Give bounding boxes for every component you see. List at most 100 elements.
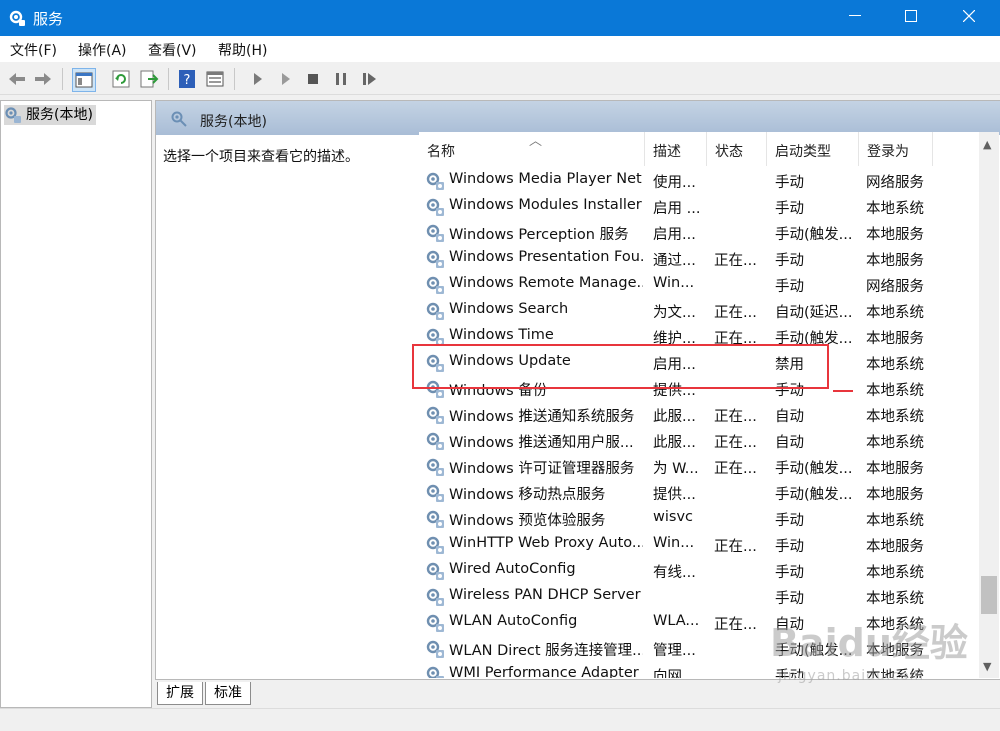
- service-name-cell: Wired AutoConfig: [449, 561, 576, 577]
- service-name-cell: WLAN Direct 服务连接管理...: [449, 643, 643, 659]
- window-title: 服务: [33, 10, 64, 28]
- service-desc-cell: 管理...: [653, 643, 696, 659]
- service-row[interactable]: Windows Media Player Net... 使用... 手动 网络服务: [419, 168, 979, 194]
- menu-view[interactable]: 查看(V): [148, 40, 197, 60]
- service-logon-cell: 本地系统: [866, 565, 924, 581]
- help-icon[interactable]: ?: [176, 68, 198, 90]
- service-startup-cell: 手动(触发...: [775, 227, 853, 243]
- service-startup-cell: 自动(延迟...: [775, 305, 853, 321]
- service-startup-cell: 手动: [775, 539, 804, 555]
- column-header-name[interactable]: ︿ 名称: [419, 132, 645, 166]
- menu-file[interactable]: 文件(F): [10, 40, 57, 60]
- service-row[interactable]: Windows 推送通知用户服... 此服... 正在... 自动 本地系统: [419, 428, 979, 454]
- service-row[interactable]: Wired AutoConfig 有线... 手动 本地系统: [419, 558, 979, 584]
- back-arrow-icon[interactable]: [6, 68, 28, 90]
- service-startup-cell: 手动: [775, 201, 804, 217]
- stop-service-icon[interactable]: [302, 68, 324, 90]
- service-row[interactable]: Windows Presentation Fou... 通过... 正在... 手动 本…: [419, 246, 979, 272]
- service-status-cell: 正在...: [714, 539, 757, 555]
- service-gear-icon: [425, 483, 445, 503]
- toolbar-separator: [234, 68, 235, 90]
- service-logon-cell: 本地系统: [866, 591, 924, 607]
- column-header-log-on-as[interactable]: 登录为: [859, 132, 933, 166]
- pane-header: 服务(本地): [156, 101, 1000, 135]
- tab-extended[interactable]: 扩展: [157, 682, 203, 705]
- service-gear-icon: [425, 431, 445, 451]
- service-startup-cell: 手动: [775, 253, 804, 269]
- service-row[interactable]: Windows Search 为文... 正在... 自动(延迟... 本地系统: [419, 298, 979, 324]
- start-paused-icon[interactable]: [274, 68, 296, 90]
- service-row[interactable]: Windows Perception 服务 启用... 手动(触发... 本地服务: [419, 220, 979, 246]
- minimize-icon: [849, 15, 861, 16]
- column-header-label: 状态: [715, 144, 743, 160]
- service-desc-cell: WLA...: [653, 613, 700, 629]
- service-name-cell: Windows Perception 服务: [449, 227, 629, 243]
- export-list-icon[interactable]: [138, 68, 160, 90]
- minimize-button[interactable]: [828, 0, 882, 32]
- menu-help[interactable]: 帮助(H): [218, 40, 267, 60]
- service-startup-cell: 手动(触发...: [775, 487, 853, 503]
- scrollbar-thumb[interactable]: [981, 576, 997, 614]
- service-gear-icon: [425, 535, 445, 555]
- maximize-button[interactable]: [884, 0, 938, 32]
- service-logon-cell: 网络服务: [866, 175, 924, 191]
- service-desc-cell: 使用...: [653, 175, 696, 191]
- service-name-cell: Windows 预览体验服务: [449, 513, 606, 529]
- tree-item-label: 服务(本地): [26, 107, 93, 123]
- service-startup-cell: 手动: [775, 279, 804, 295]
- service-desc-cell: wisvc: [653, 509, 693, 525]
- service-desc-cell: 有线...: [653, 565, 696, 581]
- service-row[interactable]: Windows 推送通知系统服务 此服... 正在... 自动 本地系统: [419, 402, 979, 428]
- column-header-label: 名称: [427, 144, 455, 160]
- service-row[interactable]: Windows Modules Installer 启用 ... 手动 本地系统: [419, 194, 979, 220]
- menu-action[interactable]: 操作(A): [78, 40, 127, 60]
- service-row[interactable]: Windows Remote Manage... Win... 手动 网络服务: [419, 272, 979, 298]
- service-desc-cell: 启用...: [653, 227, 696, 243]
- restart-service-icon[interactable]: [358, 68, 380, 90]
- tab-standard[interactable]: 标准: [205, 682, 251, 705]
- service-gear-icon: [425, 249, 445, 269]
- console-tree-icon[interactable]: [72, 68, 96, 92]
- tree-item-services-local[interactable]: 服务(本地): [4, 105, 96, 125]
- watermark-sub-text: jingyan.baidu.com: [778, 668, 925, 684]
- service-desc-cell: 此服...: [653, 435, 696, 451]
- column-header-description[interactable]: 描述: [645, 132, 707, 166]
- column-header-status[interactable]: 状态: [707, 132, 767, 166]
- service-logon-cell: 本地系统: [866, 383, 924, 399]
- service-row[interactable]: Wireless PAN DHCP Server 手动 本地系统: [419, 584, 979, 610]
- service-startup-cell: 手动: [775, 513, 804, 529]
- highlight-annotation-mark: [833, 390, 853, 392]
- close-button[interactable]: [942, 0, 996, 32]
- service-row[interactable]: Windows 预览体验服务 wisvc 手动 本地系统: [419, 506, 979, 532]
- service-desc-cell: 向网...: [653, 669, 696, 678]
- maximize-icon: [905, 10, 917, 22]
- vertical-scrollbar[interactable]: ▲ ▼: [979, 132, 999, 678]
- service-desc-cell: 此服...: [653, 409, 696, 425]
- service-status-cell: 正在...: [714, 305, 757, 321]
- service-status-cell: 正在...: [714, 617, 757, 633]
- forward-arrow-icon[interactable]: [32, 68, 54, 90]
- toolbar-separator: [168, 68, 169, 90]
- scroll-up-icon[interactable]: ▲: [983, 138, 991, 151]
- pause-service-icon[interactable]: [330, 68, 352, 90]
- service-logon-cell: 本地服务: [866, 487, 924, 503]
- column-header-startup-type[interactable]: 启动类型: [767, 132, 859, 166]
- service-row[interactable]: Windows 许可证管理器服务 为 W... 正在... 手动(触发... 本地服务: [419, 454, 979, 480]
- service-desc-cell: Win...: [653, 535, 695, 551]
- service-name-cell: Windows Time: [449, 327, 554, 343]
- service-desc-cell: 为文...: [653, 305, 696, 321]
- service-name-cell: Windows 许可证管理器服务: [449, 461, 635, 477]
- refresh-icon[interactable]: [110, 68, 132, 90]
- service-name-cell: WLAN AutoConfig: [449, 613, 578, 629]
- service-logon-cell: 本地系统: [866, 305, 924, 321]
- service-gear-icon: [425, 223, 445, 243]
- service-name-cell: Windows 推送通知系统服务: [449, 409, 635, 425]
- service-row[interactable]: WinHTTP Web Proxy Auto... Win... 正在... 手动 本地…: [419, 532, 979, 558]
- sort-ascending-icon: ︿: [529, 134, 543, 149]
- service-row[interactable]: Windows 移动热点服务 提供... 手动(触发... 本地服务: [419, 480, 979, 506]
- service-logon-cell: 本地系统: [866, 201, 924, 217]
- start-service-icon[interactable]: [246, 68, 268, 90]
- svg-text:?: ?: [184, 73, 191, 88]
- properties-icon[interactable]: [204, 68, 226, 90]
- service-logon-cell: 本地系统: [866, 435, 924, 451]
